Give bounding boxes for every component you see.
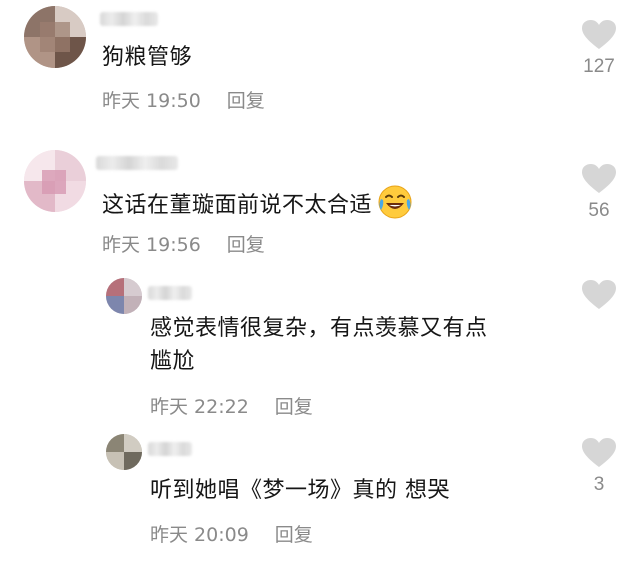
like-button[interactable]: 127 xyxy=(579,20,619,78)
like-button[interactable]: 3 xyxy=(579,438,619,496)
username[interactable] xyxy=(100,12,158,26)
reply-text: 听到她唱《梦一场》真的 想哭 xyxy=(150,478,450,503)
like-button[interactable] xyxy=(579,280,619,316)
reply-item: 听到她唱《梦一场》真的 想哭 昨天 20:09 回复 3 xyxy=(0,432,640,568)
reply-button[interactable]: 回复 xyxy=(275,396,313,418)
reply-button[interactable]: 回复 xyxy=(227,90,265,112)
avatar[interactable] xyxy=(24,150,86,212)
comment-meta: 昨天 19:50 回复 xyxy=(102,86,265,113)
username[interactable] xyxy=(96,156,178,170)
comment-time: 昨天 19:56 xyxy=(102,234,201,256)
username[interactable] xyxy=(148,286,192,300)
reply-time: 昨天 22:22 xyxy=(150,396,249,418)
reply-item: 感觉表情很复杂，有点羡慕又有点 尴尬 昨天 22:22 回复 xyxy=(0,272,640,422)
like-count: 56 xyxy=(588,200,610,221)
reply-meta: 昨天 20:09 回复 xyxy=(150,520,313,547)
comment-text: 这话在董璇面前说不太合适 xyxy=(102,185,412,222)
reply-text-line: 尴尬 xyxy=(150,349,196,374)
heart-icon xyxy=(582,280,616,309)
reply-button[interactable]: 回复 xyxy=(275,524,313,546)
reply-button[interactable]: 回复 xyxy=(227,234,265,256)
like-count: 3 xyxy=(593,474,605,495)
comment-text-content: 这话在董璇面前说不太合适 xyxy=(102,193,373,218)
comment-item: 这话在董璇面前说不太合适 昨天 19:56 回复 56 xyxy=(0,140,640,270)
heart-icon xyxy=(582,20,616,49)
laughing-crying-emoji-icon xyxy=(378,185,412,219)
reply-meta: 昨天 22:22 回复 xyxy=(150,392,313,419)
heart-icon xyxy=(582,438,616,467)
comment-item: 狗粮管够 昨天 19:50 回复 127 xyxy=(0,0,640,130)
reply-time: 昨天 20:09 xyxy=(150,524,249,546)
avatar[interactable] xyxy=(24,6,86,68)
avatar[interactable] xyxy=(106,434,142,470)
avatar[interactable] xyxy=(106,278,142,314)
heart-icon xyxy=(582,164,616,193)
username[interactable] xyxy=(148,442,192,456)
reply-text: 感觉表情很复杂，有点羡慕又有点 尴尬 xyxy=(150,312,488,378)
comment-text: 狗粮管够 xyxy=(102,45,193,70)
comment-time: 昨天 19:50 xyxy=(102,90,201,112)
comment-meta: 昨天 19:56 回复 xyxy=(102,230,265,257)
like-count: 127 xyxy=(583,56,615,77)
like-button[interactable]: 56 xyxy=(579,164,619,222)
reply-text-line: 感觉表情很复杂，有点羡慕又有点 xyxy=(150,316,488,341)
